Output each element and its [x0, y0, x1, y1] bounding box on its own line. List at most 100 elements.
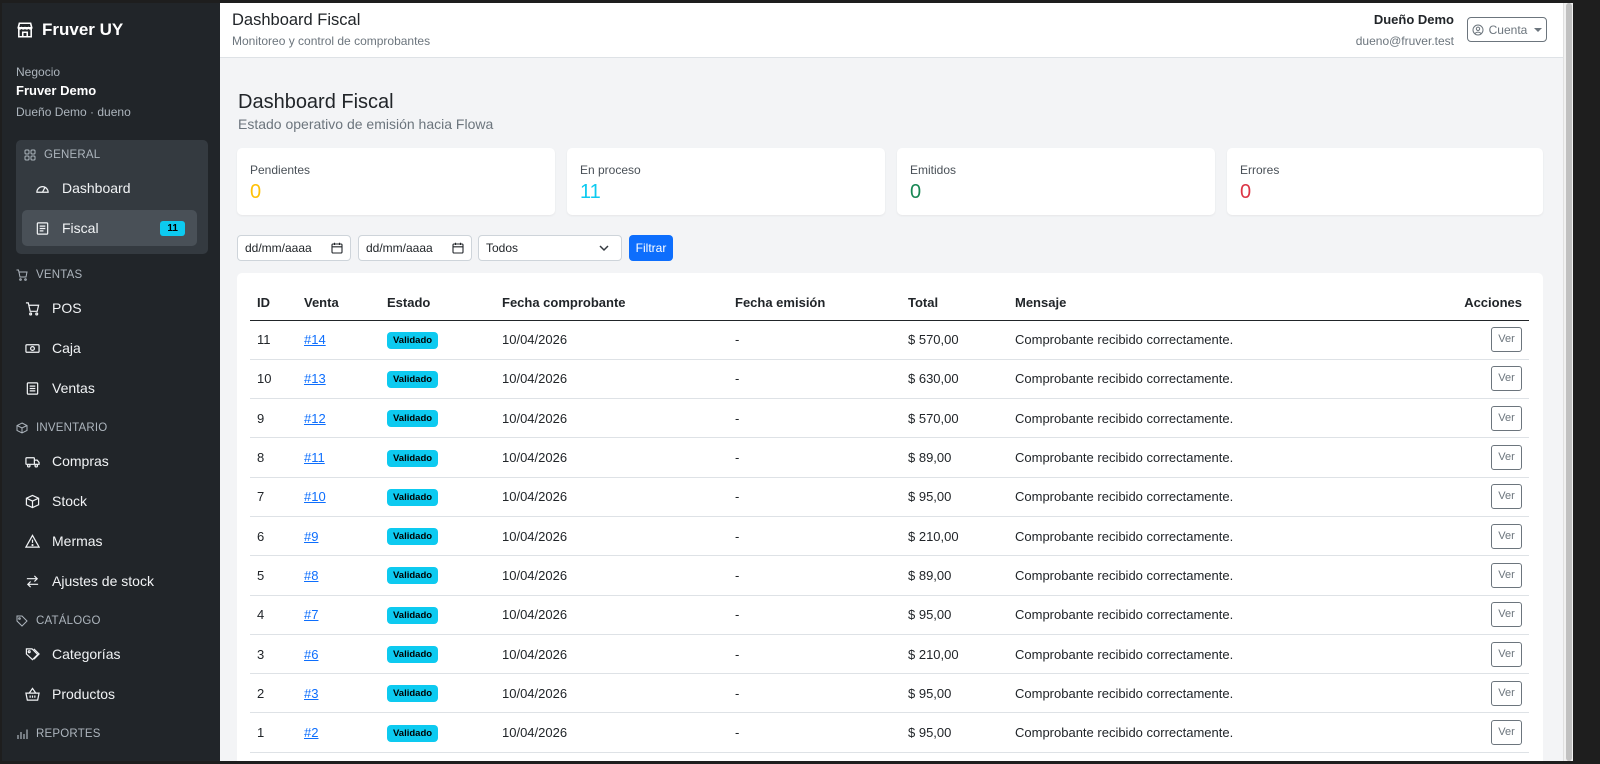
ver-button[interactable]: Ver — [1491, 445, 1522, 471]
cell-estado: Validado — [380, 398, 495, 439]
tags-icon — [25, 647, 40, 661]
sidebar-item-ajustes[interactable]: Ajustes de stock — [25, 573, 154, 589]
cell-venta: #2 — [297, 712, 380, 753]
venta-link[interactable]: #12 — [304, 411, 326, 426]
ver-button[interactable]: Ver — [1491, 562, 1522, 588]
cell-fecha-emision: - — [728, 516, 901, 557]
calendar-icon — [331, 242, 343, 254]
cell-id: 7 — [250, 477, 297, 517]
ver-button[interactable]: Ver — [1491, 641, 1522, 667]
status-badge: Validado — [387, 646, 439, 664]
cell-venta: #3 — [297, 673, 380, 714]
sidebar-item-productos[interactable]: Productos — [25, 686, 115, 702]
ver-button[interactable]: Ver — [1491, 366, 1522, 392]
cell-acciones: Ver — [1419, 634, 1529, 675]
sidebar-item-stock[interactable]: Stock — [25, 493, 87, 509]
cell-acciones: Ver — [1419, 359, 1529, 400]
venta-link[interactable]: #9 — [304, 529, 318, 544]
cell-estado: Validado — [380, 359, 495, 400]
status-badge: Validado — [387, 685, 439, 703]
cell-estado: Validado — [380, 673, 495, 714]
cell-estado: Validado — [380, 516, 495, 557]
cell-total: $ 95,00 — [901, 595, 1008, 635]
arrows-icon — [26, 574, 39, 588]
cell-estado: Validado — [380, 634, 495, 675]
cell-total: $ 89,00 — [901, 555, 1008, 596]
brand[interactable]: Fruver UY — [16, 20, 123, 40]
cell-id: 1 — [250, 712, 297, 753]
scrollbar-thumb[interactable] — [1566, 3, 1572, 761]
cell-fecha-comprobante: 10/04/2026 — [495, 712, 728, 753]
venta-link[interactable]: #2 — [304, 725, 318, 740]
sidebar-item-ventas[interactable]: Ventas — [25, 380, 95, 396]
cell-id: 6 — [250, 516, 297, 557]
calendar-icon — [452, 242, 464, 254]
cell-total: $ 570,00 — [901, 398, 1008, 439]
status-badge: Validado — [387, 488, 439, 506]
sidebar-item-categorias[interactable]: Categorías — [25, 646, 120, 662]
cell-total: $ 630,00 — [901, 359, 1008, 400]
venta-link[interactable]: #7 — [304, 607, 318, 622]
col-id: ID — [250, 285, 297, 321]
table-row: 11 #14 Validado 10/04/2026- $ 570,00 Comproba… — [250, 320, 1529, 360]
cell-estado: Validado — [380, 595, 495, 635]
date-from-input[interactable]: dd/mm/aaaa — [237, 235, 351, 261]
basket-icon — [25, 686, 40, 701]
cash-icon — [25, 343, 40, 353]
sidebar-item-pos[interactable]: POS — [25, 300, 82, 316]
ver-button[interactable]: Ver — [1491, 720, 1522, 746]
cell-mensaje: Comprobante recibido correctamente. — [1008, 673, 1419, 714]
stat-card-emitidos: Emitidos 0 — [897, 148, 1215, 215]
cell-acciones: Ver — [1419, 516, 1529, 557]
ver-button[interactable]: Ver — [1491, 484, 1522, 510]
status-select[interactable]: Todos — [478, 235, 622, 261]
venta-link[interactable]: #3 — [304, 686, 318, 701]
cell-fecha-comprobante: 10/04/2026 — [495, 398, 728, 439]
cell-total: $ 210,00 — [901, 634, 1008, 675]
ver-button[interactable]: Ver — [1491, 602, 1522, 628]
chevron-down-icon — [1534, 27, 1543, 32]
comprobantes-table-card: ID Venta Estado Fecha comprobante Fecha … — [237, 273, 1543, 761]
venta-link[interactable]: #11 — [304, 450, 325, 465]
venta-link[interactable]: #8 — [304, 568, 318, 583]
sidebar-item-dashboard[interactable]: Dashboard — [35, 180, 131, 196]
page-scrollbar[interactable] — [1563, 3, 1573, 761]
venta-link[interactable]: #6 — [304, 647, 318, 662]
ver-button[interactable]: Ver — [1491, 680, 1522, 706]
table-row: 5 #8 Validado 10/04/2026- $ 89,00 Comprobante… — [250, 555, 1529, 596]
cell-mensaje: Comprobante recibido correctamente. — [1008, 516, 1419, 557]
venta-link[interactable]: #10 — [304, 489, 326, 504]
sidebar-item-fiscal[interactable]: Fiscal 11 — [22, 210, 197, 246]
cell-total: $ 89,00 — [901, 437, 1008, 478]
user-name: Dueño Demo — [1373, 12, 1454, 27]
sidebar-item-compras[interactable]: Compras — [25, 453, 109, 469]
cell-venta: #6 — [297, 634, 380, 675]
date-to-input[interactable]: dd/mm/aaaa — [358, 235, 472, 261]
sidebar-item-caja[interactable]: Caja — [25, 340, 81, 356]
col-fecha-comprobante: Fecha comprobante — [495, 285, 728, 321]
venta-link[interactable]: #14 — [304, 332, 326, 347]
cell-id: 4 — [250, 595, 297, 635]
chevron-down-icon — [599, 245, 609, 252]
cell-mensaje: Comprobante recibido correctamente. — [1008, 712, 1419, 753]
col-mensaje: Mensaje — [1008, 285, 1419, 321]
user-email: dueno@fruver.test — [1355, 34, 1454, 48]
cell-venta: #12 — [297, 398, 380, 439]
page-subtitle: Estado operativo de emisión hacia Flowa — [238, 116, 494, 132]
cell-id: 3 — [250, 634, 297, 675]
cell-id: 9 — [250, 398, 297, 439]
ver-button[interactable]: Ver — [1491, 405, 1522, 431]
filter-button[interactable]: Filtrar — [629, 235, 673, 261]
ver-button[interactable]: Ver — [1491, 327, 1522, 353]
section-catalogo: CATÁLOGO — [16, 615, 101, 627]
venta-link[interactable]: #13 — [304, 371, 326, 386]
sidebar-item-mermas[interactable]: Mermas — [25, 533, 103, 549]
account-dropdown-button[interactable]: Cuenta — [1467, 17, 1547, 42]
grid-icon — [24, 149, 36, 161]
cell-mensaje: Comprobante recibido correctamente. — [1008, 437, 1419, 478]
cell-estado: Validado — [380, 712, 495, 753]
ver-button[interactable]: Ver — [1491, 523, 1522, 549]
table-row: 1 #2 Validado 10/04/2026- $ 95,00 Comprobante… — [250, 712, 1529, 753]
cell-fecha-comprobante: 10/04/2026 — [495, 320, 728, 360]
cell-fecha-emision: - — [728, 595, 901, 635]
